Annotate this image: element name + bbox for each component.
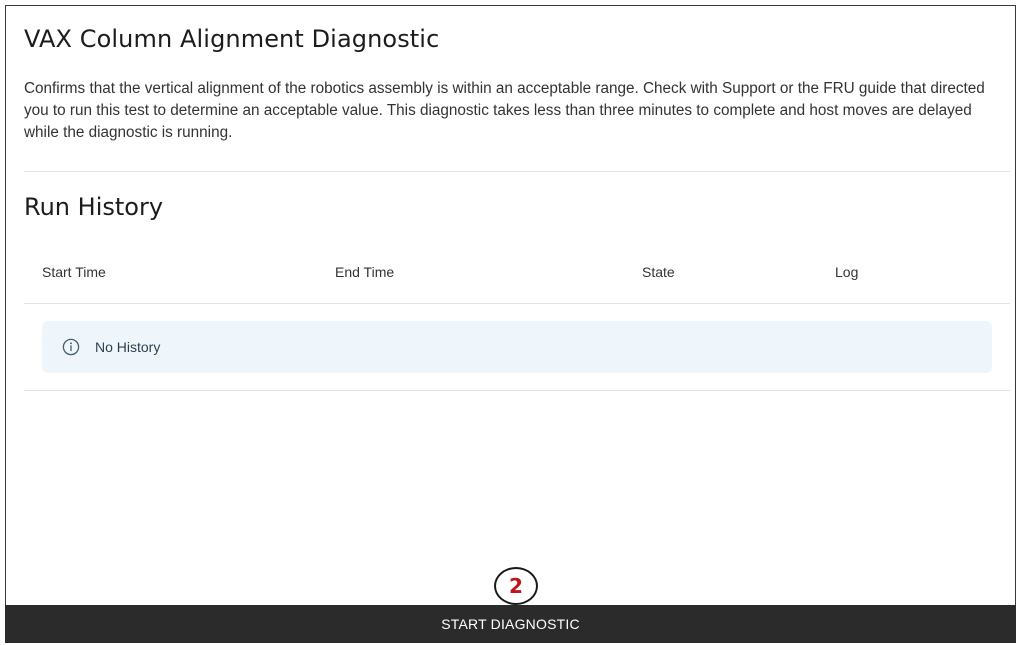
no-history-message: No History	[95, 339, 161, 355]
diagnostic-description: Confirms that the vertical alignment of …	[24, 80, 985, 141]
table-header-divider	[24, 303, 1010, 304]
column-header-log: Log	[835, 264, 859, 280]
column-header-state: State	[642, 264, 675, 280]
table-bottom-divider	[24, 390, 1010, 391]
info-circle-icon	[62, 338, 80, 356]
step-marker-badge: 2	[494, 567, 538, 605]
column-header-start-time: Start Time	[42, 264, 106, 280]
column-header-end-time: End Time	[335, 264, 395, 280]
section-divider	[24, 171, 1010, 172]
page-title: VAX Column Alignment Diagnostic	[24, 25, 440, 53]
no-history-alert: No History	[42, 321, 992, 373]
run-history-title: Run History	[24, 193, 164, 221]
start-diagnostic-button[interactable]: START DIAGNOSTIC	[5, 605, 1016, 643]
